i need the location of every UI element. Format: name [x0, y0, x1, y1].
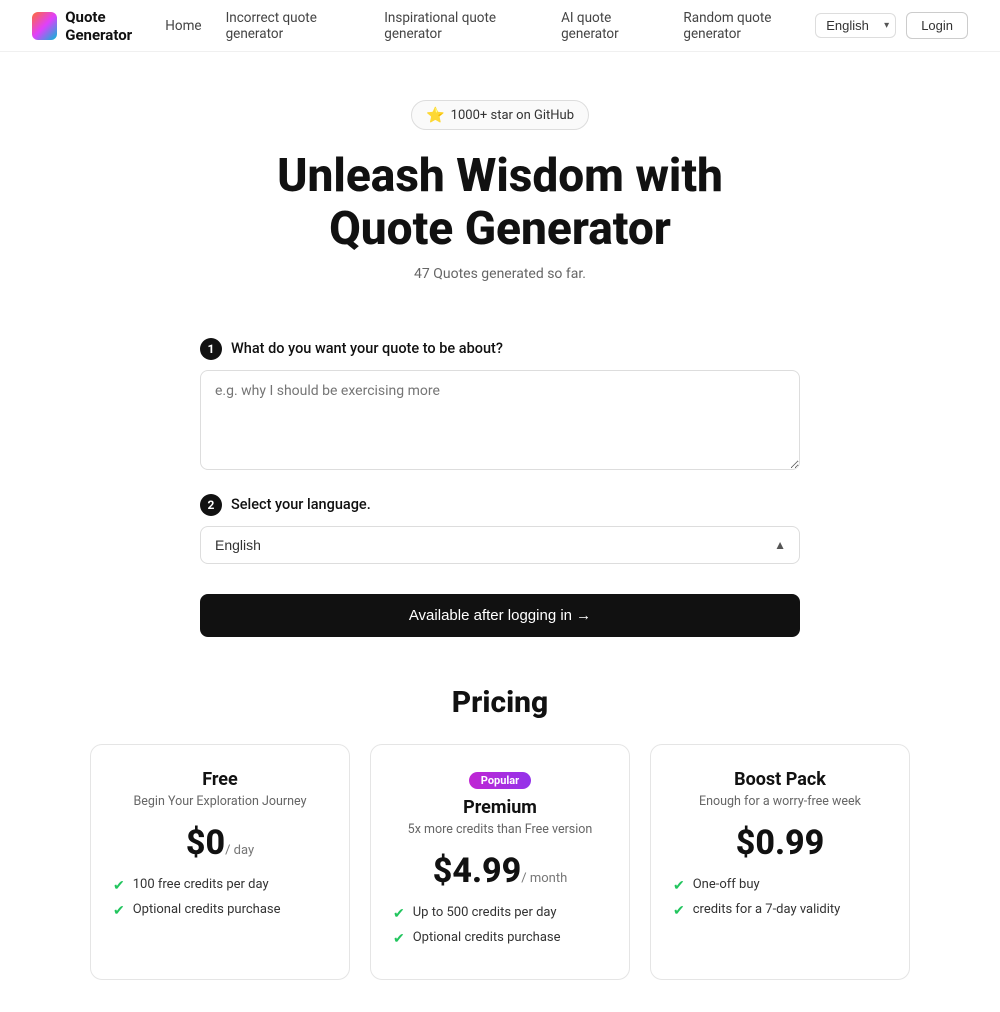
step1-text: What do you want your quote to be about? [231, 340, 503, 357]
navbar: Quote Generator Home Incorrect quote gen… [0, 0, 1000, 52]
card-premium-price-value: $4.99 [433, 851, 522, 891]
feature-text: credits for a 7-day validity [693, 902, 841, 917]
card-boost-sub: Enough for a worry-free week [673, 794, 887, 809]
step2-label: 2 Select your language. [200, 494, 800, 516]
pricing-title: Pricing [20, 685, 980, 720]
quote-textarea[interactable] [200, 370, 800, 470]
language-select[interactable]: English Spanish French [815, 13, 896, 38]
check-icon: ✔ [393, 931, 405, 947]
nav-ai[interactable]: AI quote generator [561, 10, 659, 42]
step2-number: 2 [200, 494, 222, 516]
card-premium-price-unit: / month [521, 871, 567, 886]
nav-right: English Spanish French ▾ Login [815, 12, 968, 39]
card-premium-feature-2: ✔ Optional credits purchase [393, 930, 607, 947]
generate-button[interactable]: Available after logging in → [200, 594, 800, 637]
check-icon: ✔ [393, 906, 405, 922]
feature-text: Optional credits purchase [413, 930, 561, 945]
feature-text: Up to 500 credits per day [413, 905, 557, 920]
logo[interactable]: Quote Generator [32, 8, 165, 44]
nav-incorrect[interactable]: Incorrect quote generator [226, 10, 361, 42]
hero-headline-line1: Unleash Wisdom with [277, 149, 723, 203]
feature-text: 100 free credits per day [133, 877, 269, 892]
pricing-cards: Free Begin Your Exploration Journey $0/ … [50, 744, 950, 980]
card-boost-price-value: $0.99 [736, 823, 825, 863]
nav-inspirational[interactable]: Inspirational quote generator [384, 10, 537, 42]
login-button[interactable]: Login [906, 12, 968, 39]
feature-text: One-off buy [693, 877, 760, 892]
pricing-card-premium: Popular Premium 5x more credits than Fre… [370, 744, 630, 980]
quote-form: 1 What do you want your quote to be abou… [180, 338, 820, 637]
card-premium-sub: 5x more credits than Free version [393, 822, 607, 837]
check-icon: ✔ [673, 903, 685, 919]
nav-home[interactable]: Home [165, 18, 201, 34]
card-boost-price: $0.99 [673, 823, 887, 863]
card-boost-title: Boost Pack [673, 769, 887, 790]
form-step-2: 2 Select your language. English Spanish … [200, 494, 800, 564]
step1-label: 1 What do you want your quote to be abou… [200, 338, 800, 360]
card-free-feature-2: ✔ Optional credits purchase [113, 902, 327, 919]
hero-headline: Unleash Wisdom with Quote Generator [20, 150, 980, 256]
card-premium-price: $4.99/ month [393, 851, 607, 891]
card-free-price-value: $0 [186, 823, 225, 863]
card-premium-title: Premium [393, 797, 607, 818]
pricing-section: Pricing Free Begin Your Exploration Jour… [0, 637, 1000, 1012]
popular-badge: Popular [469, 772, 531, 789]
logo-icon [32, 12, 57, 40]
card-boost-features: ✔ One-off buy ✔ credits for a 7-day vali… [673, 877, 887, 919]
card-free-price-unit: / day [225, 843, 254, 858]
check-icon: ✔ [113, 903, 125, 919]
hero-subtitle: 47 Quotes generated so far. [20, 266, 980, 282]
check-icon: ✔ [673, 878, 685, 894]
card-free-feature-1: ✔ 100 free credits per day [113, 877, 327, 894]
form-step-1: 1 What do you want your quote to be abou… [200, 338, 800, 474]
card-free-sub: Begin Your Exploration Journey [113, 794, 327, 809]
language-dropdown-wrapper: English Spanish French German Japanese C… [200, 526, 800, 564]
card-free-title: Free [113, 769, 327, 790]
feature-text: Optional credits purchase [133, 902, 281, 917]
language-dropdown[interactable]: English Spanish French German Japanese C… [200, 526, 800, 564]
github-badge[interactable]: ⭐ 1000+ star on GitHub [411, 100, 589, 130]
github-badge-text: 1000+ star on GitHub [451, 108, 574, 123]
pricing-card-free: Free Begin Your Exploration Journey $0/ … [90, 744, 350, 980]
card-premium-feature-1: ✔ Up to 500 credits per day [393, 905, 607, 922]
card-boost-feature-1: ✔ One-off buy [673, 877, 887, 894]
card-free-price: $0/ day [113, 823, 327, 863]
nav-links: Home Incorrect quote generator Inspirati… [165, 10, 815, 42]
hero-section: ⭐ 1000+ star on GitHub Unleash Wisdom wi… [0, 52, 1000, 338]
card-free-features: ✔ 100 free credits per day ✔ Optional cr… [113, 877, 327, 919]
check-icon: ✔ [113, 878, 125, 894]
card-premium-features: ✔ Up to 500 credits per day ✔ Optional c… [393, 905, 607, 947]
github-icon: ⭐ [426, 106, 445, 124]
logo-text: Quote Generator [65, 8, 165, 44]
hero-headline-line2: Quote Generator [329, 202, 671, 256]
card-boost-feature-2: ✔ credits for a 7-day validity [673, 902, 887, 919]
step1-number: 1 [200, 338, 222, 360]
step2-text: Select your language. [231, 496, 371, 513]
language-wrapper: English Spanish French ▾ [815, 13, 896, 38]
pricing-card-boost: Boost Pack Enough for a worry-free week … [650, 744, 910, 980]
nav-random[interactable]: Random quote generator [683, 10, 815, 42]
